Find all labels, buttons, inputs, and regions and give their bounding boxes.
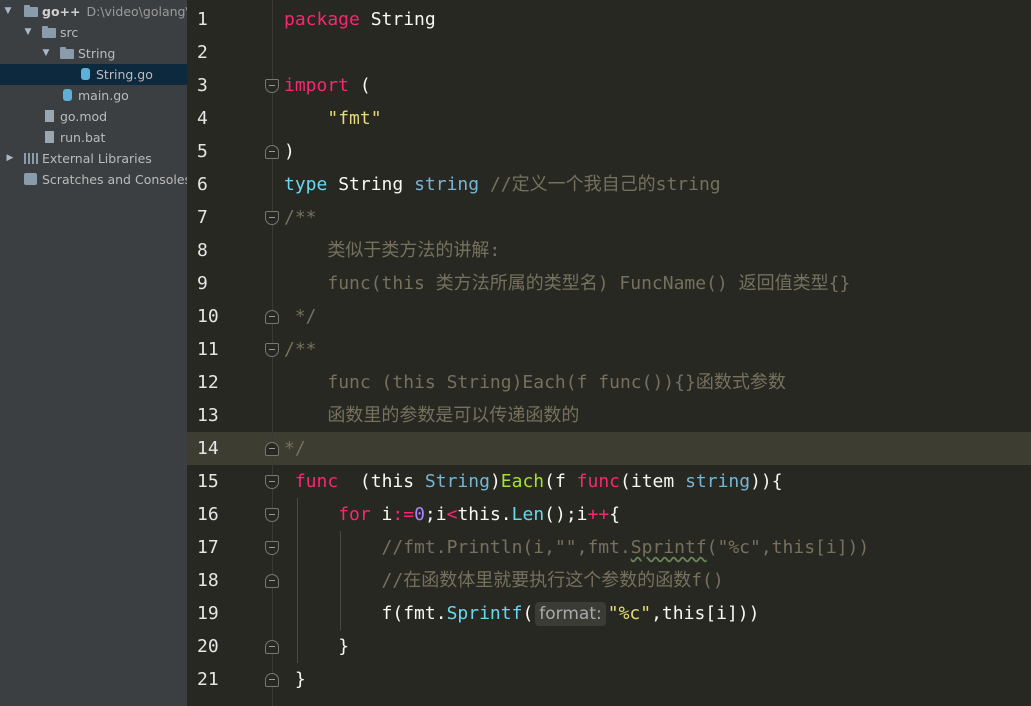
library-icon bbox=[24, 153, 38, 164]
tree-item-scratches[interactable]: Scratches and Consoles bbox=[0, 169, 187, 190]
fold-icon[interactable] bbox=[265, 541, 279, 555]
tree-item-src[interactable]: ▼ src bbox=[0, 22, 187, 43]
fold-icon[interactable] bbox=[265, 673, 279, 687]
line-number: 8 bbox=[197, 240, 208, 261]
code-line-17: //fmt.Println(i,"",fmt.Sprintf("%c",this… bbox=[381, 537, 870, 558]
line-number: 17 bbox=[197, 537, 219, 558]
code-line-4: "fmt" bbox=[327, 108, 382, 129]
code-line-20: } bbox=[338, 636, 350, 657]
line-number: 4 bbox=[197, 108, 208, 129]
expand-arrow-icon[interactable]: ▼ bbox=[40, 43, 52, 64]
line-number: 15 bbox=[197, 471, 219, 492]
fold-icon[interactable] bbox=[265, 343, 279, 357]
tree-label: External Libraries bbox=[42, 151, 152, 166]
code-line-7: /** bbox=[284, 207, 317, 228]
tree-label: Scratches and Consoles bbox=[42, 172, 187, 187]
line-number: 6 bbox=[197, 174, 208, 195]
expand-arrow-icon[interactable]: ▼ bbox=[2, 1, 14, 22]
fold-icon[interactable] bbox=[265, 310, 279, 324]
current-line-highlight bbox=[187, 432, 1031, 465]
tree-item-string-folder[interactable]: ▼ String bbox=[0, 43, 187, 64]
expand-arrow-icon[interactable]: ▼ bbox=[22, 22, 34, 43]
code-line-9: func(this 类方法所属的类型名) FuncName() 返回值类型{} bbox=[327, 273, 851, 294]
fold-icon[interactable] bbox=[265, 574, 279, 588]
tree-item-run-bat[interactable]: run.bat bbox=[0, 127, 187, 148]
tree-item-root[interactable]: ▼ go++ D:\video\golang\g bbox=[0, 1, 187, 22]
file-icon bbox=[45, 131, 54, 143]
scratches-icon bbox=[24, 173, 37, 185]
line-number: 21 bbox=[197, 669, 219, 690]
code-line-14: */ bbox=[284, 438, 306, 459]
tree-item-main-go[interactable]: main.go bbox=[0, 85, 187, 106]
code-line-1: package String bbox=[284, 9, 436, 30]
parameter-hint: format: bbox=[535, 602, 606, 626]
tree-label: String.go bbox=[96, 67, 153, 82]
line-number: 3 bbox=[197, 75, 208, 96]
line-number: 10 bbox=[197, 306, 219, 327]
code-line-5: ) bbox=[284, 141, 295, 162]
folder-icon bbox=[42, 26, 56, 38]
tree-item-external-libraries[interactable]: ▶ External Libraries bbox=[0, 148, 187, 169]
code-line-21: } bbox=[294, 669, 306, 690]
root-name: go++ bbox=[42, 4, 81, 19]
code-line-6: type String string //定义一个我自己的string bbox=[284, 174, 721, 195]
fold-icon[interactable] bbox=[265, 442, 279, 456]
line-number: 13 bbox=[197, 405, 219, 426]
tree-label: src bbox=[60, 25, 79, 40]
fold-icon[interactable] bbox=[265, 145, 279, 159]
line-number: 12 bbox=[197, 372, 219, 393]
line-number: 11 bbox=[197, 339, 219, 360]
root-path: D:\video\golang\g bbox=[86, 4, 187, 19]
code-line-15: func (this String)Each(f func(item strin… bbox=[294, 471, 783, 492]
line-number: 20 bbox=[197, 636, 219, 657]
fold-icon[interactable] bbox=[265, 211, 279, 225]
tree-label: String bbox=[78, 46, 116, 61]
line-number: 19 bbox=[197, 603, 219, 624]
code-line-19: f(fmt.Sprintf(format: "%c",this[i])) bbox=[381, 602, 760, 626]
project-tree: ▼ go++ D:\video\golang\g ▼ src ▼ String S… bbox=[0, 0, 187, 706]
code-line-11: /** bbox=[284, 339, 317, 360]
file-icon bbox=[45, 110, 54, 122]
tree-label: run.bat bbox=[60, 130, 106, 145]
tree-item-go-mod[interactable]: go.mod bbox=[0, 106, 187, 127]
line-number: 5 bbox=[197, 141, 208, 162]
fold-icon[interactable] bbox=[265, 508, 279, 522]
line-number: 16 bbox=[197, 504, 219, 525]
line-number: 2 bbox=[197, 42, 208, 63]
line-number: 7 bbox=[197, 207, 208, 228]
code-line-16: for i:=0;i<this.Len();i++{ bbox=[338, 504, 621, 525]
tree-item-string-go[interactable]: String.go bbox=[0, 64, 187, 85]
line-number: 9 bbox=[197, 273, 208, 294]
go-file-icon bbox=[81, 68, 90, 80]
folder-icon bbox=[24, 5, 38, 17]
fold-icon[interactable] bbox=[265, 640, 279, 654]
code-line-3: import ( bbox=[284, 75, 371, 96]
code-line-18: //在函数体里就要执行这个参数的函数f() bbox=[381, 570, 724, 591]
line-number: 18 bbox=[197, 570, 219, 591]
folder-icon bbox=[60, 47, 74, 59]
code-line-10: */ bbox=[294, 306, 317, 327]
tree-label: main.go bbox=[78, 88, 129, 103]
go-file-icon bbox=[63, 89, 72, 101]
tree-label: go.mod bbox=[60, 109, 108, 124]
line-number: 1 bbox=[197, 9, 208, 30]
fold-icon[interactable] bbox=[265, 475, 279, 489]
code-line-13: 函数里的参数是可以传递函数的 bbox=[327, 405, 580, 426]
line-number: 14 bbox=[197, 438, 219, 459]
code-line-12: func (this String)Each(f func()){}函数式参数 bbox=[327, 372, 786, 393]
fold-icon[interactable] bbox=[265, 79, 279, 93]
expand-arrow-icon[interactable]: ▶ bbox=[4, 148, 16, 169]
code-line-8: 类似于类方法的讲解: bbox=[327, 240, 501, 261]
code-editor[interactable]: 1 2 3 4 5 6 7 8 9 10 11 12 13 14 15 16 1… bbox=[187, 0, 1031, 706]
